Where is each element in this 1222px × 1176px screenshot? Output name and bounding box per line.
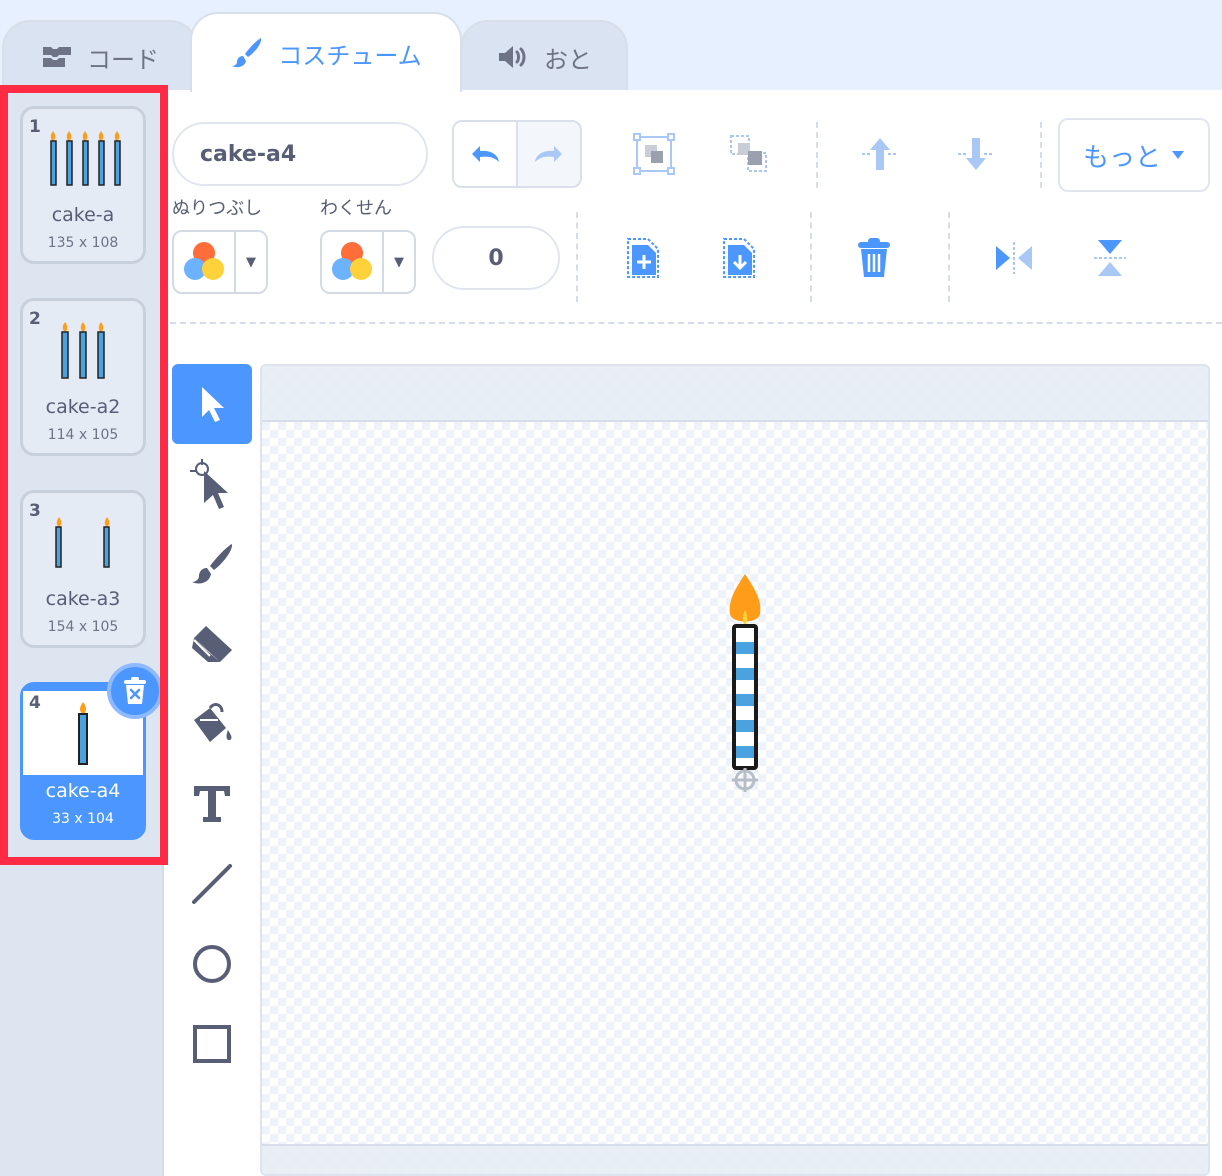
editor-tabs: コード コスチューム おと [0,0,1222,92]
ungroup-icon [730,135,767,172]
costume-number: 4 [29,693,41,713]
text-tool[interactable] [172,764,252,844]
caret-down-icon: ▼ [246,254,256,270]
toolbar-divider [948,212,950,302]
toolbar-divider [816,122,818,188]
canvas-top-margin [262,366,1208,422]
paintbrush-icon [232,38,262,68]
tab-sound[interactable]: おと [460,20,628,92]
flip-vertical-icon [1094,240,1126,276]
tab-sound-label: おと [544,45,592,74]
costume-size: 33 x 104 [52,811,114,827]
delete-shape-button[interactable] [846,230,902,286]
flip-vertical-button[interactable] [1082,230,1138,286]
caret-down-icon [1172,151,1184,159]
costume-item-3[interactable]: 3 cake-a3 154 x 105 [20,490,146,648]
toolbar-bottom-divider [170,322,1222,324]
circle-tool[interactable] [172,924,252,1004]
color-mix-icon [184,242,224,280]
fill-label: ぬりつぶし [172,198,263,219]
costume-list: 1 cake-a 135 x 108 2 cake-a2 114 x 105 3… [0,90,164,1176]
tab-code-label: コード [87,45,159,74]
group-icon [633,133,675,175]
fill-tool[interactable] [172,684,252,764]
trash-icon [858,238,890,277]
line-tool[interactable] [172,844,252,924]
rectangle-icon [193,1025,231,1063]
tab-costume[interactable]: コスチューム [190,12,462,92]
rectangle-tool[interactable] [172,1004,252,1084]
backward-button[interactable] [948,126,1004,182]
circle-icon [193,945,231,983]
brush-tool[interactable] [172,524,252,604]
color-mix-icon [332,242,372,280]
reshape-icon [190,459,228,509]
toolbar-divider [576,212,578,302]
tab-code[interactable]: コード [2,20,198,92]
select-tool[interactable] [172,364,252,444]
speaker-icon [499,46,526,68]
undo-icon [472,146,499,162]
undo-redo-group [452,120,582,188]
costume-name-input[interactable]: cake-a4 [172,122,428,186]
costume-thumbnail [35,309,131,389]
arrow-down-icon [958,138,994,170]
toolbar-divider [810,212,812,302]
costume-size: 114 x 105 [47,427,119,443]
text-icon [194,786,230,822]
costume-name: cake-a3 [45,588,121,610]
outline-color-swatch [322,232,384,292]
ungroup-button[interactable] [722,126,778,182]
paste-down-icon [723,238,755,278]
line-icon [192,864,232,904]
caret-down-icon: ▼ [394,254,404,270]
group-button[interactable] [626,126,682,182]
costume-size: 135 x 108 [47,235,119,251]
brush-icon [192,544,233,584]
costume-item-1[interactable]: 1 cake-a 135 x 108 [20,106,146,264]
paint-canvas[interactable] [260,364,1210,1176]
copy-add-icon [627,238,659,278]
costume-thumbnail [35,117,131,197]
costume-size: 154 x 105 [47,619,119,635]
paint-editor: cake-a4 もっと ぬりつぶし わくせん ▼ ▼ 0 [164,90,1222,1176]
reshape-tool[interactable] [172,444,252,524]
delete-costume-button[interactable] [107,663,163,719]
fill-color-picker[interactable]: ▼ [172,230,268,294]
redo-icon [535,146,562,162]
costume-name: cake-a2 [45,396,121,418]
outline-width-input[interactable]: 0 [432,226,560,290]
costume-name: cake-a [51,204,115,226]
forward-button[interactable] [852,126,908,182]
eraser-icon [192,626,232,662]
cursor-arrow-icon [202,387,224,422]
flip-horizontal-button[interactable] [986,230,1042,286]
paint-bucket-icon [194,703,232,742]
costume-item-2[interactable]: 2 cake-a2 114 x 105 [20,298,146,456]
redo-button[interactable] [516,122,580,186]
tab-costume-label: コスチューム [278,41,422,70]
paste-button[interactable] [616,230,672,286]
more-label: もっと [1082,142,1161,173]
costume-item-4[interactable]: 4 cake-a4 33 x 104 [20,663,163,840]
trash-icon [124,677,146,704]
copy-button[interactable] [712,230,768,286]
outline-color-picker[interactable]: ▼ [320,230,416,294]
costume-thumbnail [35,501,131,581]
flip-horizontal-icon [996,242,1032,274]
eraser-tool[interactable] [172,604,252,684]
code-blocks-icon [43,47,71,67]
toolbar-divider [1040,122,1042,188]
undo-button[interactable] [454,122,516,186]
more-menu-button[interactable]: もっと [1058,118,1210,192]
canvas-bottom-margin [262,1144,1208,1174]
outline-label: わくせん [320,198,392,219]
costume-name: cake-a4 [45,780,121,802]
candle-drawing[interactable] [720,572,770,802]
arrow-up-icon [862,138,898,170]
fill-color-swatch [174,232,236,292]
